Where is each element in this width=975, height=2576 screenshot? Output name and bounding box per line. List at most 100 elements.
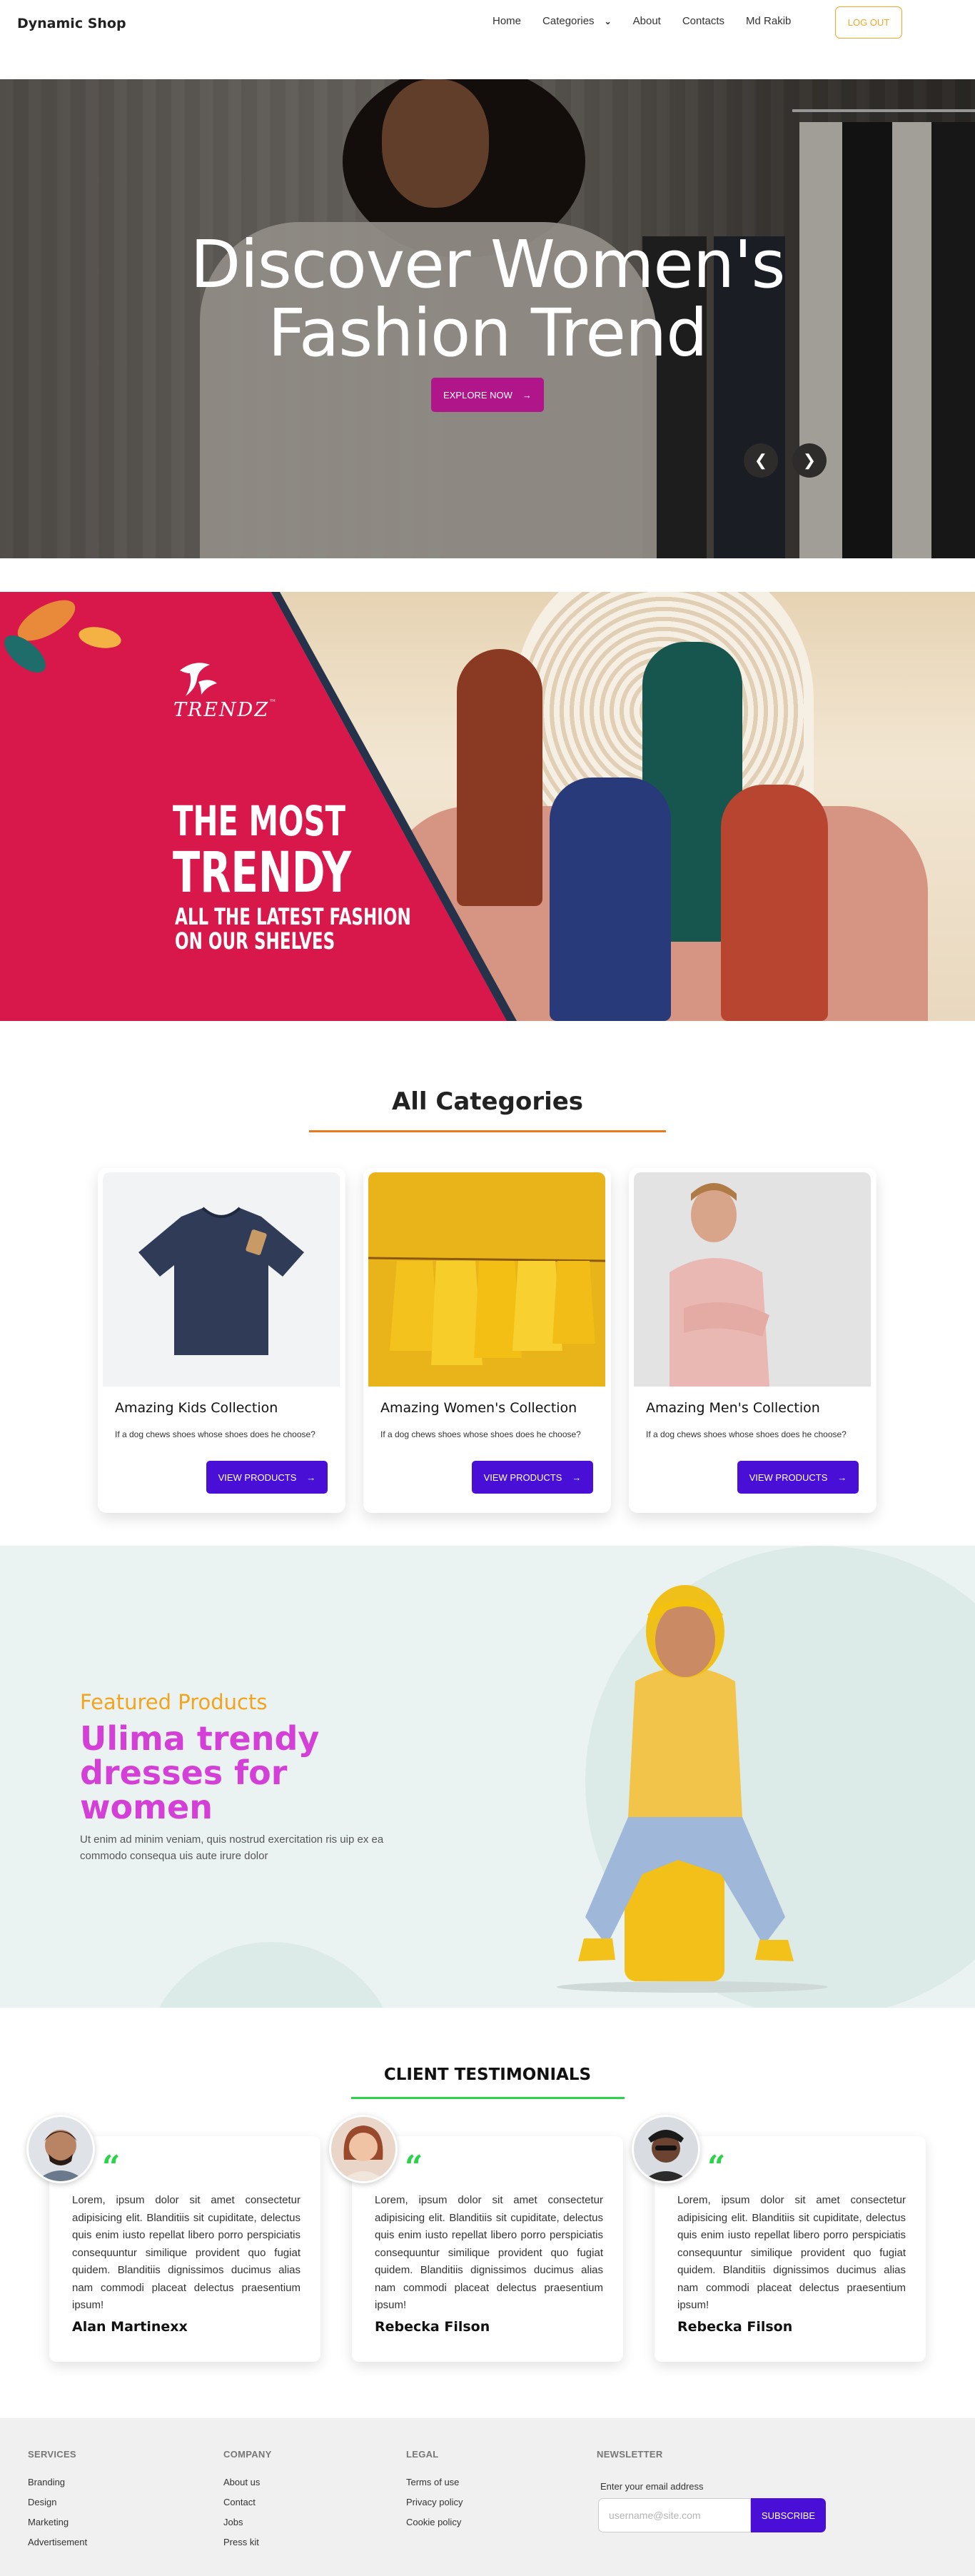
footer-link[interactable]: Cookie policy (406, 2517, 463, 2527)
promo-banner[interactable]: TRENDZ™ THE MOST TRENDY ALL THE LATEST F… (0, 592, 975, 1021)
category-title: Amazing Kids Collection (115, 1400, 278, 1416)
testimonial-card: “ Lorem, ipsum dolor sit amet consectetu… (655, 2136, 926, 2362)
hero-title-line1: Discover Women's (190, 226, 786, 303)
man-portrait-icon (670, 1183, 769, 1387)
category-description: If a dog chews shoes whose shoes does he… (380, 1429, 581, 1439)
woman-avatar-icon (341, 2125, 385, 2181)
decor-circle (143, 1942, 400, 2008)
carousel-prev-button[interactable]: ❮ (744, 443, 778, 478)
hero-carousel: Discover Women's Fashion Trend EXPLORE N… (0, 79, 975, 558)
categories-title: All Categories (391, 1087, 584, 1116)
footer-link[interactable]: About us (223, 2477, 272, 2487)
footer-link[interactable]: Terms of use (406, 2477, 463, 2487)
testimonials-underline (351, 2097, 625, 2099)
footer-link[interactable]: Advertisement (28, 2537, 87, 2547)
footer-heading: LEGAL (406, 2449, 439, 2460)
hero-title-line2: Fashion Trend (268, 295, 707, 371)
category-description: If a dog chews shoes whose shoes does he… (115, 1429, 315, 1439)
view-products-button[interactable]: VIEW PRODUCTS → (472, 1461, 593, 1494)
trendz-logo-icon (180, 663, 217, 696)
testimonial-text: Lorem, ipsum dolor sit amet consectetur … (72, 2194, 300, 2311)
trendz-logo-word: TRENDZ (173, 699, 270, 721)
category-description: If a dog chews shoes whose shoes does he… (646, 1429, 847, 1439)
footer-link[interactable]: Design (28, 2497, 87, 2507)
featured-eyebrow: Featured Products (80, 1690, 268, 1714)
promo-headline-line1: THE MOST (173, 797, 346, 845)
category-image-kids (103, 1172, 340, 1387)
newsletter-email-input[interactable] (598, 2498, 751, 2532)
testimonial-card: “ Lorem, ipsum dolor sit amet consectetu… (352, 2136, 623, 2362)
explore-now-button[interactable]: EXPLORE NOW → (431, 378, 544, 412)
footer-link[interactable]: Jobs (223, 2517, 272, 2527)
carousel-next-button[interactable]: ❯ (792, 443, 827, 478)
footer-legal: LEGAL Terms of use Privacy policy Cookie… (406, 2449, 463, 2537)
promo-sub-line1: ALL THE LATEST FASHION (175, 903, 411, 930)
testimonial-text: Lorem, ipsum dolor sit amet consectetur … (375, 2194, 603, 2311)
footer-heading: COMPANY (223, 2449, 272, 2460)
testimonial-author: Rebecka Filson (375, 2319, 490, 2335)
arrow-right-icon: → (306, 1471, 316, 1483)
category-title: Amazing Men's Collection (646, 1400, 820, 1416)
quote-icon: “ (707, 2149, 726, 2185)
testimonial-card: “ Lorem, ipsum dolor sit amet consectetu… (49, 2136, 320, 2362)
featured-model-image (557, 1585, 828, 1993)
chevron-down-icon: ⌄ (604, 16, 612, 26)
view-products-label: VIEW PRODUCTS (483, 1471, 562, 1483)
footer-newsletter: NEWSLETTER (597, 2449, 663, 2477)
promo-model (457, 649, 542, 906)
footer-link[interactable]: Contact (223, 2497, 272, 2507)
view-products-button[interactable]: VIEW PRODUCTS → (206, 1461, 328, 1494)
nav-categories-label: Categories (542, 15, 595, 27)
category-image-men (634, 1172, 871, 1387)
brand-logo[interactable]: Dynamic Shop (17, 16, 126, 31)
category-card-kids: Amazing Kids Collection If a dog chews s… (98, 1168, 345, 1513)
nav-contacts[interactable]: Contacts (682, 15, 724, 27)
testimonial-text: Lorem, ipsum dolor sit amet consectetur … (677, 2194, 906, 2311)
footer-link[interactable]: Branding (28, 2477, 87, 2487)
categories-underline (309, 1130, 666, 1132)
footer-link[interactable]: Marketing (28, 2517, 87, 2527)
nav-home[interactable]: Home (492, 15, 521, 27)
category-title: Amazing Women's Collection (380, 1400, 577, 1416)
navbar: Dynamic Shop Home Categories ⌄ About Con… (0, 0, 975, 47)
tshirt-icon (138, 1207, 304, 1355)
category-card-women: Amazing Women's Collection If a dog chew… (363, 1168, 611, 1513)
subscribe-button[interactable]: SUBSCRIBE (751, 2498, 826, 2532)
person-avatar-icon (642, 2130, 689, 2181)
view-products-label: VIEW PRODUCTS (218, 1471, 297, 1483)
avatar (632, 2115, 700, 2183)
featured-text: Ut enim ad minim veniam, quis nostrud ex… (80, 1833, 384, 1862)
featured-section: Featured Products Ulima trendy dresses f… (0, 1546, 975, 2008)
testimonial-author: Rebecka Filson (677, 2319, 793, 2335)
promo-headline: THE MOST TRENDY (173, 798, 351, 902)
footer-heading: NEWSLETTER (597, 2449, 663, 2460)
trendz-logo-text: TRENDZ™ (173, 699, 278, 721)
nav-links: Home Categories ⌄ About Contacts Md Raki… (492, 15, 812, 27)
footer-company: COMPANY About us Contact Jobs Press kit (223, 2449, 272, 2557)
quote-icon: “ (102, 2149, 121, 2185)
view-products-button[interactable]: VIEW PRODUCTS → (737, 1461, 859, 1494)
footer-link[interactable]: Press kit (223, 2537, 272, 2547)
footer-heading: SERVICES (28, 2449, 76, 2460)
avatar (329, 2115, 398, 2183)
featured-title: Ulima trendy dresses for women (80, 1719, 320, 1826)
logout-button[interactable]: LOG OUT (835, 6, 902, 39)
man-avatar-icon (36, 2130, 86, 2181)
nav-user-name[interactable]: Md Rakib (746, 15, 791, 27)
trendz-logo-tm: ™ (269, 699, 278, 707)
hero-title: Discover Women's Fashion Trend (0, 231, 975, 368)
quote-icon: “ (405, 2149, 423, 2185)
footer-link[interactable]: Privacy policy (406, 2497, 463, 2507)
nav-categories[interactable]: Categories ⌄ (542, 15, 612, 27)
view-products-label: VIEW PRODUCTS (749, 1471, 828, 1483)
category-image-women (368, 1172, 605, 1387)
avatar (26, 2115, 95, 2183)
arrow-right-icon: → (572, 1471, 582, 1483)
explore-now-label: EXPLORE NOW (443, 389, 512, 401)
arrow-right-icon: → (837, 1471, 847, 1483)
promo-model (721, 785, 828, 1021)
promo-model (550, 778, 671, 1021)
nav-about[interactable]: About (633, 15, 661, 27)
hanging-clothes-icon (368, 1257, 605, 1365)
footer-services: SERVICES Branding Design Marketing Adver… (28, 2449, 87, 2557)
